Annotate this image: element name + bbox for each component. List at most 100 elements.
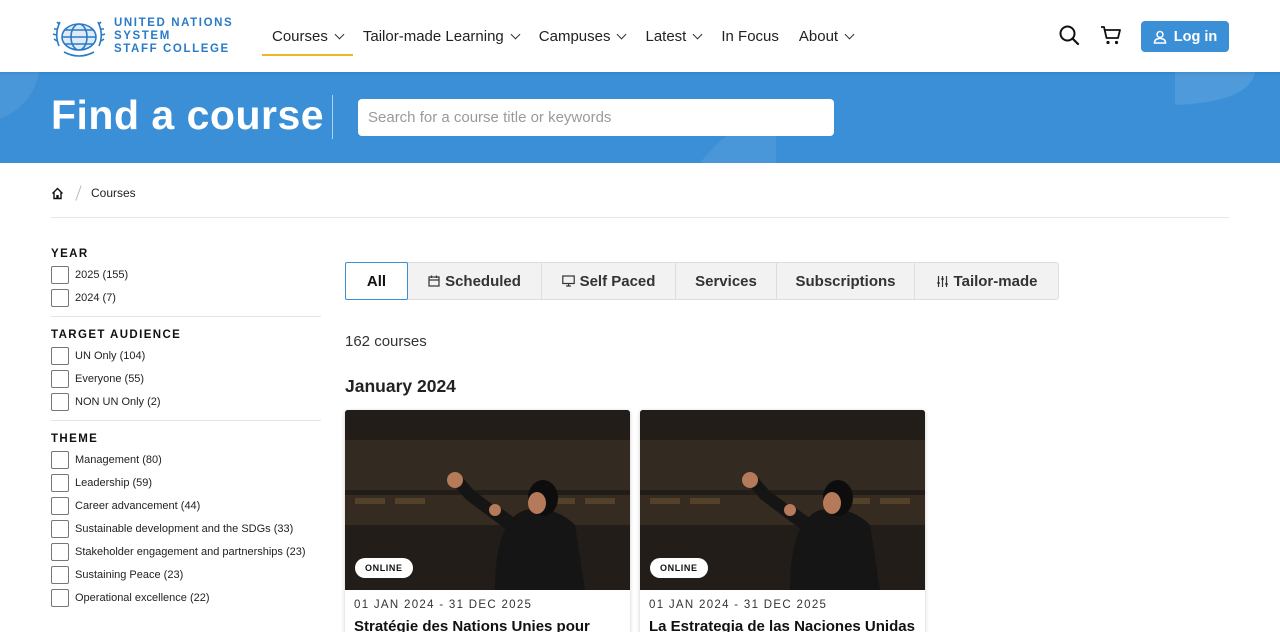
filter-group-title-audience: TARGET AUDIENCE: [51, 329, 182, 341]
filter-option-label: Management (80): [75, 454, 162, 466]
filter-option-label: Everyone (55): [75, 373, 145, 385]
tab-label: Self Paced: [579, 272, 656, 290]
chevron-down-icon: [334, 29, 345, 39]
checkbox[interactable]: [51, 266, 69, 284]
nav-courses[interactable]: Courses: [262, 16, 353, 56]
filter-option-label: Sustainable development and the SDGs (33…: [75, 523, 294, 535]
filter-option[interactable]: 2025 (155): [51, 266, 321, 284]
login-button[interactable]: Log in: [1141, 21, 1229, 52]
nav-campuses[interactable]: Campuses: [529, 16, 636, 56]
tab-scheduled[interactable]: Scheduled: [408, 263, 542, 299]
divider: [51, 217, 1229, 218]
filter-sidebar: YEAR 2025 (155) 2024 (7) TARGET AUDIENCE…: [51, 248, 321, 612]
month-heading: January 2024: [345, 376, 456, 396]
nav-in-focus-label: In Focus: [721, 27, 779, 45]
checkbox[interactable]: [51, 474, 69, 492]
filter-group-title-year: YEAR: [51, 248, 89, 260]
tab-label: Scheduled: [445, 272, 521, 290]
tab-all[interactable]: All: [345, 262, 408, 300]
logo-line-3: STAFF COLLEGE: [114, 42, 230, 55]
filter-option-label: 2024 (7): [75, 292, 116, 304]
breadcrumb-separator: [75, 185, 82, 201]
search-icon[interactable]: [1058, 24, 1080, 46]
course-card[interactable]: ONLINE 01 JAN 2024 - 31 DEC 2025 La Estr…: [640, 410, 925, 632]
filter-option[interactable]: Leadership (59): [51, 474, 321, 492]
filter-option-label: Stakeholder engagement and partnerships …: [75, 546, 306, 558]
unssc-logo[interactable]: UNITED NATIONS SYSTEM STAFF COLLEGE: [50, 14, 233, 58]
filter-option[interactable]: NON UN Only (2): [51, 393, 321, 411]
tab-label: Subscriptions: [795, 272, 896, 290]
checkbox[interactable]: [51, 497, 69, 515]
user-icon: [1153, 30, 1167, 44]
nav-courses-label: Courses: [272, 27, 328, 45]
cart-icon[interactable]: [1100, 24, 1122, 46]
checkbox[interactable]: [51, 543, 69, 561]
filter-option[interactable]: Sustaining Peace (23): [51, 566, 321, 584]
tab-label: Services: [695, 272, 757, 290]
nav-about[interactable]: About: [789, 16, 863, 56]
logo-line-1: UNITED NATIONS: [114, 16, 234, 29]
course-dates: 01 JAN 2024 - 31 DEC 2025: [354, 599, 533, 611]
course-title[interactable]: La Estrategia de las Naciones Unidas: [649, 618, 915, 632]
chevron-down-icon: [844, 29, 855, 39]
filter-option[interactable]: Management (80): [51, 451, 321, 469]
nav-about-label: About: [798, 27, 839, 45]
checkbox[interactable]: [51, 566, 69, 584]
checkbox[interactable]: [51, 393, 69, 411]
filter-option[interactable]: Sustainable development and the SDGs (33…: [51, 520, 321, 538]
filter-option-label: Leadership (59): [75, 477, 153, 489]
course-type-tabs: All Scheduled Self Paced Services Subscr…: [345, 262, 1059, 300]
course-title[interactable]: Stratégie des Nations Unies pour: [354, 618, 590, 632]
filter-option[interactable]: UN Only (104): [51, 347, 321, 365]
breadcrumb-current: Courses: [91, 186, 136, 200]
checkbox[interactable]: [51, 589, 69, 607]
breadcrumb: Courses: [51, 185, 136, 201]
tab-tailor-made[interactable]: Tailor-made: [915, 263, 1058, 299]
nav-in-focus[interactable]: In Focus: [711, 16, 789, 56]
main-nav: Courses Tailor-made Learning Campuses La…: [262, 0, 863, 72]
filter-option-label: NON UN Only (2): [75, 396, 161, 408]
chevron-down-icon: [692, 29, 703, 39]
checkbox[interactable]: [51, 451, 69, 469]
chevron-down-icon: [510, 29, 521, 39]
filter-option-label: Career advancement (44): [75, 500, 201, 512]
filter-option[interactable]: Operational excellence (22): [51, 589, 321, 607]
filter-option[interactable]: 2024 (7): [51, 289, 321, 307]
tab-self-paced[interactable]: Self Paced: [542, 263, 676, 299]
home-icon[interactable]: [51, 187, 64, 200]
course-search-input[interactable]: [358, 99, 834, 136]
delivery-badge: ONLINE: [355, 558, 413, 578]
filter-divider: [51, 316, 321, 317]
chevron-down-icon: [617, 29, 627, 39]
nav-tailor-made-learning[interactable]: Tailor-made Learning: [353, 16, 529, 56]
filter-option-label: Sustaining Peace (23): [75, 569, 184, 581]
logo-wordmark: UNITED NATIONS SYSTEM STAFF COLLEGE: [114, 17, 233, 56]
tab-subscriptions[interactable]: Subscriptions: [777, 263, 915, 299]
filter-option-label: UN Only (104): [75, 350, 146, 362]
tab-label: Tailor-made: [953, 272, 1038, 290]
checkbox[interactable]: [51, 370, 69, 388]
checkbox[interactable]: [51, 520, 69, 538]
course-card[interactable]: ONLINE 01 JAN 2024 - 31 DEC 2025 Stratég…: [345, 410, 630, 632]
un-emblem-icon: [52, 21, 106, 57]
login-label: Log in: [1173, 28, 1218, 45]
hero-divider: [332, 95, 333, 139]
filter-option[interactable]: Stakeholder engagement and partnerships …: [51, 543, 321, 561]
top-navigation-bar: UNITED NATIONS SYSTEM STAFF COLLEGE Cour…: [0, 0, 1280, 72]
filter-option[interactable]: Everyone (55): [51, 370, 321, 388]
nav-campuses-label: Campuses: [538, 27, 611, 45]
logo-line-2: SYSTEM: [114, 29, 171, 42]
results-count: 162 courses: [345, 333, 427, 350]
tab-services[interactable]: Services: [676, 263, 777, 299]
course-image: ONLINE: [345, 410, 630, 590]
course-image: ONLINE: [640, 410, 925, 590]
nav-tailor-made-label: Tailor-made Learning: [362, 27, 504, 45]
tab-label: All: [366, 272, 387, 290]
delivery-badge: ONLINE: [650, 558, 708, 578]
filter-option-label: Operational excellence (22): [75, 592, 210, 604]
checkbox[interactable]: [51, 347, 69, 365]
checkbox[interactable]: [51, 289, 69, 307]
filter-option[interactable]: Career advancement (44): [51, 497, 321, 515]
nav-latest[interactable]: Latest: [635, 16, 711, 56]
course-dates: 01 JAN 2024 - 31 DEC 2025: [649, 599, 828, 611]
